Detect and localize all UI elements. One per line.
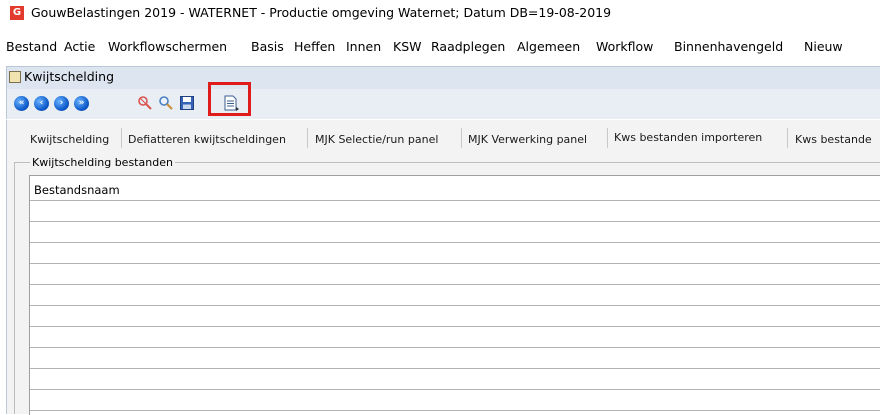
menu-ksw[interactable]: KSW xyxy=(393,39,422,54)
form-icon xyxy=(9,71,21,83)
grid-row-line xyxy=(30,284,880,285)
menu-workflowschermen[interactable]: Workflowschermen xyxy=(108,39,227,54)
grid-row-line xyxy=(30,326,880,327)
app-logo-icon: G xyxy=(10,6,24,20)
grid-row-line xyxy=(30,410,880,411)
grid-row-line xyxy=(30,305,880,306)
grid-row-line xyxy=(30,368,880,369)
tab-separator xyxy=(307,128,308,148)
tab-separator xyxy=(787,128,788,148)
menu-binnenhavengeld[interactable]: Binnenhavengeld xyxy=(674,39,783,54)
tab-separator xyxy=(461,128,462,148)
grid-row-line xyxy=(30,221,880,222)
column-header-bestandsnaam[interactable]: Bestandsnaam xyxy=(34,183,120,197)
child-window-title: Kwijtschelding xyxy=(24,69,115,84)
grid-row-line xyxy=(30,200,880,201)
group-border-left xyxy=(14,162,15,414)
grid-row-line xyxy=(30,242,880,243)
menu-innen[interactable]: Innen xyxy=(346,39,381,54)
tab-kwijtschelding[interactable]: Kwijtschelding xyxy=(30,133,109,146)
file-list-grid[interactable] xyxy=(29,175,880,415)
tab-mjk-selectie-run-panel[interactable]: MJK Selectie/run panel xyxy=(315,133,438,146)
menu-raadplegen[interactable]: Raadplegen xyxy=(431,39,505,54)
menu-workflow[interactable]: Workflow xyxy=(596,39,653,54)
menu-nieuw[interactable]: Nieuw xyxy=(804,39,843,54)
first-icon[interactable]: « xyxy=(14,96,29,111)
grid-row-line xyxy=(30,347,880,348)
menu-heffen[interactable]: Heffen xyxy=(294,39,335,54)
previous-icon[interactable]: ‹ xyxy=(34,96,49,111)
menu-bar: Bestand Actie Workflowschermen Basis Hef… xyxy=(0,37,880,57)
search-clear-icon[interactable] xyxy=(137,95,153,111)
tab-kws-bestanden-importeren[interactable]: Kws bestanden importeren xyxy=(614,131,762,144)
child-window-header xyxy=(6,66,880,89)
highlight-box xyxy=(208,82,251,116)
menu-actie[interactable]: Actie xyxy=(64,39,95,54)
grid-row-line xyxy=(30,263,880,264)
menu-bestand[interactable]: Bestand xyxy=(6,39,57,54)
search-icon[interactable] xyxy=(158,95,174,111)
grid-row-line xyxy=(30,389,880,390)
tab-separator xyxy=(121,128,122,148)
window-title: GouwBelastingen 2019 - WATERNET - Produc… xyxy=(31,5,612,20)
tab-kws-bestanden-exporteren[interactable]: Kws bestande xyxy=(795,133,872,146)
save-icon[interactable] xyxy=(179,95,195,111)
last-icon[interactable]: » xyxy=(74,96,89,111)
tab-mjk-verwerking-panel[interactable]: MJK Verwerking panel xyxy=(468,133,587,146)
tab-separator xyxy=(607,128,608,148)
next-icon[interactable]: › xyxy=(54,96,69,111)
menu-algemeen[interactable]: Algemeen xyxy=(517,39,580,54)
tab-defiatteren-kwijtscheldingen[interactable]: Defiatteren kwijtscheldingen xyxy=(128,133,286,146)
menu-basis[interactable]: Basis xyxy=(251,39,284,54)
group-box-label: Kwijtschelding bestanden xyxy=(30,156,175,169)
